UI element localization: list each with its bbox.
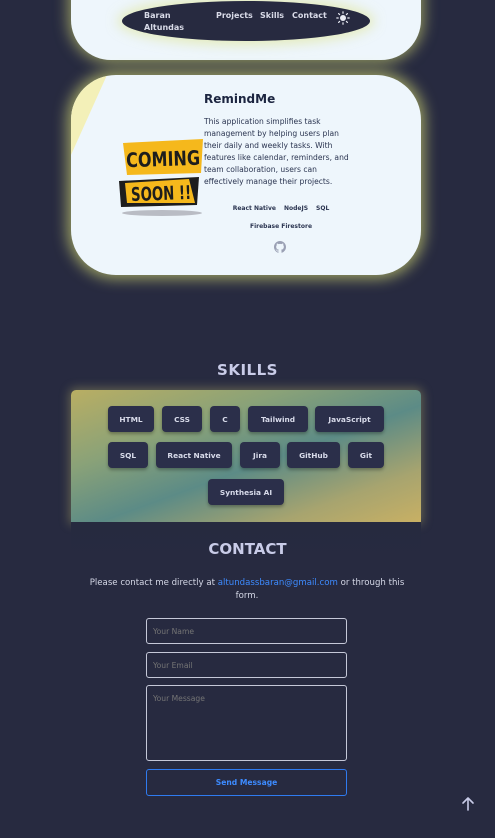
skill-chip: React Native: [156, 442, 232, 468]
project-tags: React Native NodeJS SQL Firebase Firestore: [226, 200, 336, 236]
skill-chip: Synthesia AI: [208, 479, 284, 505]
navbar: Baran Altundas Projects Skills Contact: [122, 1, 370, 41]
tag: Firebase Firestore: [249, 223, 313, 230]
project-card: COMING SOON !! RemindMe This application…: [71, 75, 421, 275]
skill-chip: SQL: [108, 442, 148, 468]
contact-heading: CONTACT: [208, 540, 287, 558]
github-icon[interactable]: [274, 241, 286, 253]
badge-coming-text: COMING: [126, 146, 201, 173]
tag: SQL: [316, 205, 330, 212]
skill-chip: Git: [348, 442, 384, 468]
scroll-to-top-icon[interactable]: [460, 796, 476, 812]
sun-icon[interactable]: [336, 11, 350, 25]
badge-soon-text: SOON !!: [131, 182, 192, 206]
nav-contact-link[interactable]: Contact: [292, 11, 327, 20]
contact-description: Please contact me directly at altundassb…: [88, 577, 406, 603]
email-input[interactable]: [146, 652, 347, 678]
coming-soon-badge: COMING SOON !!: [119, 139, 203, 216]
brand-logo[interactable]: Baran Altundas: [144, 10, 194, 34]
card-accent-stripe: [71, 75, 107, 155]
skill-chip: CSS: [162, 406, 202, 432]
tag: React Native: [232, 205, 276, 212]
message-textarea[interactable]: [146, 685, 347, 761]
skills-panel: HTML CSS C Tailwind JavaScript SQL React…: [71, 390, 421, 522]
contact-text-before: Please contact me directly at: [89, 578, 218, 588]
skill-chip: JavaScript: [315, 406, 384, 432]
send-message-button[interactable]: Send Message: [146, 769, 347, 796]
nav-skills-link[interactable]: Skills: [260, 11, 284, 20]
skill-chip: C: [210, 406, 240, 432]
brand-last-name: Altundas: [144, 23, 185, 32]
project-description: This application simplifies task managem…: [204, 117, 349, 186]
name-input[interactable]: [146, 618, 347, 644]
brand-first-name: Baran: [144, 11, 171, 20]
project-title: RemindMe: [204, 92, 276, 106]
skill-chip: Jira: [240, 442, 280, 468]
nav-projects-link[interactable]: Projects: [216, 11, 253, 20]
skills-heading: SKILLS: [217, 361, 278, 379]
skill-chip: HTML: [108, 406, 154, 432]
tag: NodeJS: [283, 205, 309, 212]
contact-email-link[interactable]: altundassbaran@gmail.com: [218, 578, 338, 588]
skill-chip: GitHub: [287, 442, 340, 468]
skill-chip: Tailwind: [248, 406, 308, 432]
